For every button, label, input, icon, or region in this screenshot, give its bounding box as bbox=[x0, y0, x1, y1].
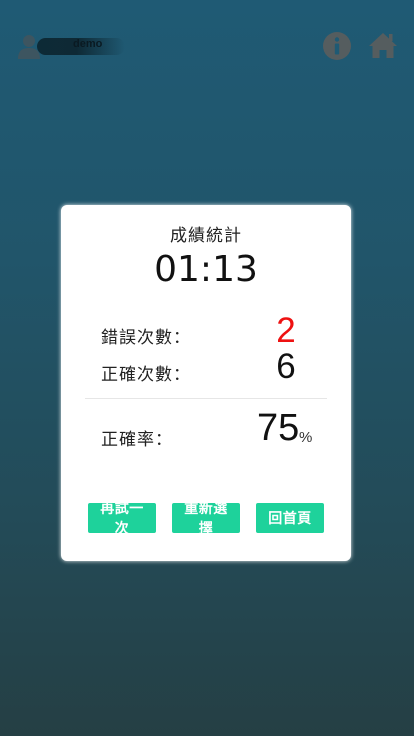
accuracy-value: 75 bbox=[257, 407, 300, 449]
username: demo bbox=[73, 38, 103, 50]
home-icon bbox=[369, 33, 397, 58]
reselect-button[interactable]: 重新選擇 bbox=[172, 500, 240, 536]
retry-button[interactable]: 再試一次 bbox=[88, 500, 156, 536]
back-home-button[interactable]: 回首頁 bbox=[256, 503, 324, 533]
info-button[interactable] bbox=[322, 31, 352, 61]
wrong-count-label: 錯誤次數： bbox=[101, 328, 191, 348]
user-info: demo bbox=[17, 33, 137, 59]
home-nav-button[interactable] bbox=[368, 31, 398, 59]
elapsed-time: 01:13 bbox=[154, 249, 258, 290]
correct-count-value: 6 bbox=[276, 347, 296, 386]
result-card: 成績統計 01:13 錯誤次數： 2 正確次數： 6 正確率： 75 % 再試一… bbox=[61, 205, 351, 561]
result-title: 成績統計 bbox=[170, 226, 242, 246]
wrong-count-value: 2 bbox=[276, 311, 296, 350]
top-bar: demo bbox=[0, 0, 414, 90]
accuracy-unit: % bbox=[299, 429, 313, 446]
divider bbox=[85, 398, 327, 399]
correct-count-label: 正確次數： bbox=[101, 365, 191, 385]
accuracy-label: 正確率： bbox=[101, 430, 173, 450]
user-avatar-icon bbox=[18, 35, 40, 59]
info-icon bbox=[323, 32, 351, 60]
